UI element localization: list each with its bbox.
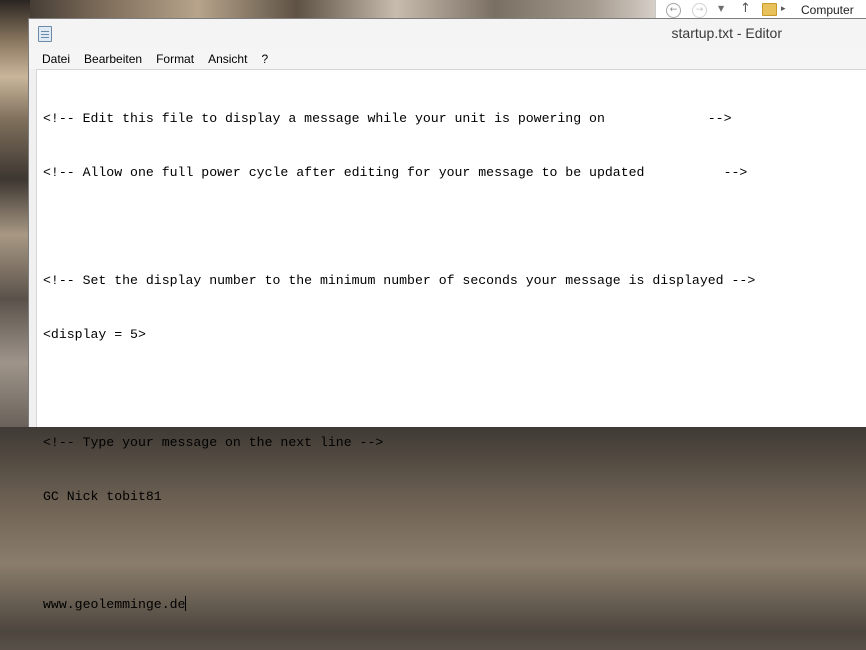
menu-bearbeiten[interactable]: Bearbeiten xyxy=(77,52,149,66)
editor-window: startup.txt - Editor Datei Bearbeiten Fo… xyxy=(28,18,866,612)
document-text[interactable]: <!-- Edit this file to display a message… xyxy=(43,74,755,650)
text-line: www.geolemminge.de xyxy=(43,597,186,612)
notepad-icon[interactable] xyxy=(38,26,52,42)
menu-ansicht[interactable]: Ansicht xyxy=(201,52,254,66)
text-line: <!-- Set the display number to the minim… xyxy=(43,273,756,288)
text-line xyxy=(43,380,755,398)
desktop-background-left xyxy=(0,0,30,427)
menu-help[interactable]: ? xyxy=(254,52,275,66)
history-dropdown-icon[interactable]: ▼ xyxy=(718,4,724,13)
breadcrumb-chevron-icon[interactable]: ▸ xyxy=(781,4,786,14)
text-line: <display = 5> xyxy=(43,327,146,342)
forward-arrow-icon[interactable]: → xyxy=(692,3,707,18)
text-line: GC Nick tobit81 xyxy=(43,489,162,504)
back-arrow-icon[interactable]: ← xyxy=(666,3,681,18)
text-caret xyxy=(185,596,187,611)
menu-datei[interactable]: Datei xyxy=(35,52,77,66)
text-line xyxy=(43,218,755,236)
text-line: <!-- Edit this file to display a message… xyxy=(43,111,732,126)
folder-icon xyxy=(762,3,777,16)
text-area[interactable]: <!-- Edit this file to display a message… xyxy=(36,69,866,612)
window-title: startup.txt - Editor xyxy=(671,25,782,41)
explorer-window-behind[interactable]: ← → ▼ ↑ ▸ Computer xyxy=(655,0,866,20)
breadcrumb-computer[interactable]: Computer xyxy=(801,3,854,17)
text-line: <!-- Allow one full power cycle after ed… xyxy=(43,165,748,180)
menu-bar: Datei Bearbeiten Format Ansicht ? xyxy=(29,49,866,69)
title-bar[interactable]: startup.txt - Editor xyxy=(29,19,866,49)
text-line xyxy=(43,542,755,560)
up-arrow-icon[interactable]: ↑ xyxy=(740,1,751,16)
menu-format[interactable]: Format xyxy=(149,52,201,66)
text-line: <!-- Type your message on the next line … xyxy=(43,435,384,450)
